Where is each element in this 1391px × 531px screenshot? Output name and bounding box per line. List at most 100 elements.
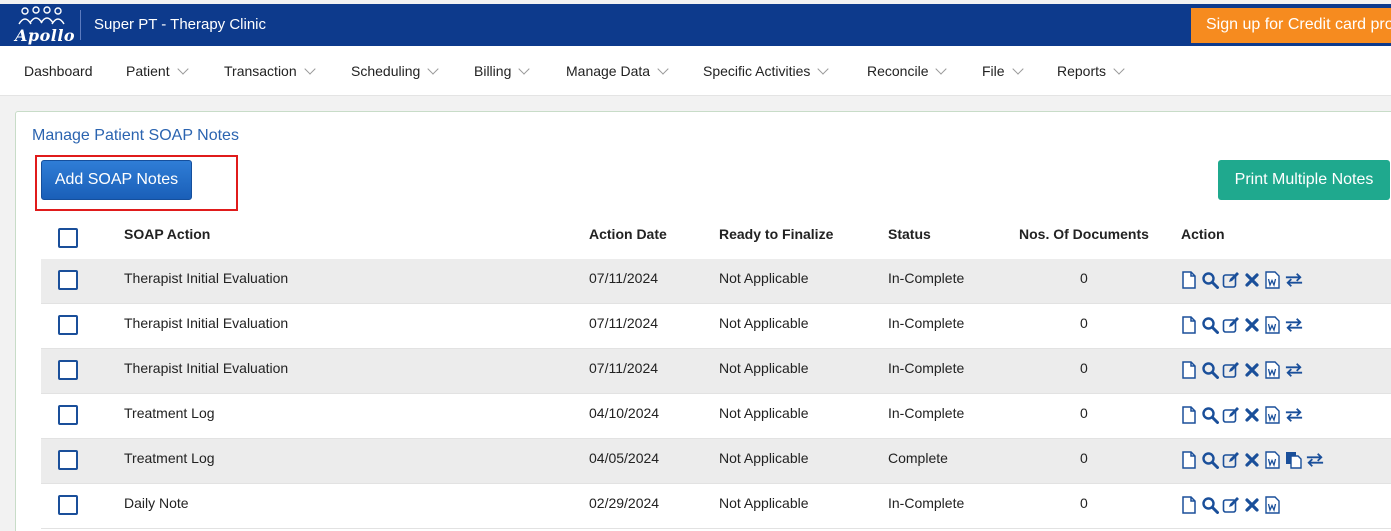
transfer-icon[interactable]: [1285, 360, 1303, 380]
nav-dashboard[interactable]: Dashboard: [24, 63, 93, 79]
row-actions: [1180, 270, 1303, 290]
header-ready-to-finalize[interactable]: Ready to Finalize: [719, 226, 833, 242]
search-icon[interactable]: [1201, 315, 1219, 335]
row-checkbox[interactable]: [58, 450, 78, 470]
edit-icon[interactable]: [1222, 270, 1240, 290]
search-icon[interactable]: [1201, 360, 1219, 380]
documents-count-cell: 0: [1080, 315, 1088, 331]
edit-icon[interactable]: [1222, 495, 1240, 515]
nav-billing[interactable]: Billing: [474, 63, 531, 79]
chevron-down-icon: [176, 63, 189, 75]
delete-icon[interactable]: [1243, 405, 1261, 425]
document-icon[interactable]: [1180, 405, 1198, 425]
delete-icon[interactable]: [1243, 360, 1261, 380]
search-icon[interactable]: [1201, 495, 1219, 515]
ready-to-finalize-cell: Not Applicable: [719, 315, 809, 331]
transfer-icon[interactable]: [1285, 270, 1303, 290]
documents-count-cell: 0: [1080, 405, 1088, 421]
document-icon[interactable]: [1180, 360, 1198, 380]
status-cell: In-Complete: [888, 405, 965, 421]
word-icon[interactable]: [1264, 450, 1282, 470]
row-checkbox[interactable]: [58, 315, 78, 335]
row-checkbox[interactable]: [58, 270, 78, 290]
row-actions: [1180, 360, 1303, 380]
row-checkbox[interactable]: [58, 495, 78, 515]
chevron-down-icon: [518, 63, 531, 75]
table-row: Therapist Initial Evaluation 07/11/2024 No…: [41, 259, 1391, 304]
search-icon[interactable]: [1201, 450, 1219, 470]
ready-to-finalize-cell: Not Applicable: [719, 450, 809, 466]
edit-icon[interactable]: [1222, 315, 1240, 335]
transfer-icon[interactable]: [1306, 450, 1324, 470]
nav-reconcile[interactable]: Reconcile: [867, 63, 948, 79]
soap-action-cell: Therapist Initial Evaluation: [124, 270, 289, 286]
document-icon[interactable]: [1180, 270, 1198, 290]
nav-specific-activities[interactable]: Specific Activities: [703, 63, 830, 79]
chevron-down-icon: [1113, 63, 1125, 75]
documents-count-cell: 0: [1080, 360, 1088, 376]
edit-icon[interactable]: [1222, 405, 1240, 425]
add-soap-notes-button[interactable]: Add SOAP Notes: [41, 160, 192, 200]
nav-patient[interactable]: Patient: [126, 63, 189, 79]
header-documents[interactable]: Nos. Of Documents: [1019, 226, 1149, 242]
edit-icon[interactable]: [1222, 360, 1240, 380]
header-divider: [80, 10, 81, 40]
transfer-icon[interactable]: [1285, 405, 1303, 425]
credit-card-promo-button[interactable]: Sign up for Credit card processing: [1191, 8, 1391, 43]
header-status[interactable]: Status: [888, 226, 931, 242]
header-soap-action[interactable]: SOAP Action: [124, 226, 210, 242]
word-icon[interactable]: [1264, 270, 1282, 290]
delete-icon[interactable]: [1243, 270, 1261, 290]
header-action-date[interactable]: Action Date: [589, 226, 667, 242]
copy-icon[interactable]: [1285, 450, 1303, 470]
page-title: Manage Patient SOAP Notes: [32, 127, 239, 144]
nav-scheduling[interactable]: Scheduling: [351, 63, 439, 79]
document-icon[interactable]: [1180, 450, 1198, 470]
chevron-down-icon: [657, 63, 669, 75]
delete-icon[interactable]: [1243, 495, 1261, 515]
search-icon[interactable]: [1201, 270, 1219, 290]
document-icon[interactable]: [1180, 315, 1198, 335]
word-icon[interactable]: [1264, 405, 1282, 425]
table-header: SOAP Action Action Date Ready to Finaliz…: [41, 218, 1391, 258]
status-cell: In-Complete: [888, 495, 965, 511]
soap-action-cell: Daily Note: [124, 495, 189, 511]
word-icon[interactable]: [1264, 360, 1282, 380]
transfer-icon[interactable]: [1285, 315, 1303, 335]
row-actions: [1180, 405, 1303, 425]
delete-icon[interactable]: [1243, 450, 1261, 470]
action-date-cell: 02/29/2024: [589, 495, 660, 511]
nav-manage-data[interactable]: Manage Data: [566, 63, 669, 79]
nav-label: Reports: [1057, 63, 1107, 79]
nav-label: Transaction: [224, 63, 297, 79]
ready-to-finalize-cell: Not Applicable: [719, 405, 809, 421]
nav-transaction[interactable]: Transaction: [224, 63, 316, 79]
action-date-cell: 07/11/2024: [589, 360, 659, 376]
nav-file[interactable]: File: [982, 63, 1024, 79]
edit-icon[interactable]: [1222, 450, 1240, 470]
soap-action-cell: Treatment Log: [124, 450, 215, 466]
document-icon[interactable]: [1180, 495, 1198, 515]
chevron-down-icon: [427, 63, 439, 75]
word-icon[interactable]: [1264, 495, 1282, 515]
row-checkbox[interactable]: [58, 360, 78, 380]
delete-icon[interactable]: [1243, 315, 1261, 335]
status-cell: Complete: [888, 450, 948, 466]
row-checkbox[interactable]: [58, 405, 78, 425]
action-date-cell: 07/11/2024: [589, 315, 659, 331]
nav-reports[interactable]: Reports: [1057, 63, 1125, 79]
apollo-logo[interactable]: Apollo: [12, 6, 75, 45]
status-cell: In-Complete: [888, 360, 965, 376]
print-multiple-notes-button[interactable]: Print Multiple Notes: [1218, 160, 1390, 200]
search-icon[interactable]: [1201, 405, 1219, 425]
word-icon[interactable]: [1264, 315, 1282, 335]
nav-label: Scheduling: [351, 63, 421, 79]
documents-count-cell: 0: [1080, 495, 1088, 511]
nav-label: Patient: [126, 63, 170, 79]
soap-action-cell: Therapist Initial Evaluation: [124, 315, 289, 331]
nav-label: Specific Activities: [703, 63, 811, 79]
table-row: Treatment Log 04/10/2024 Not Applicable In-…: [41, 394, 1391, 439]
ready-to-finalize-cell: Not Applicable: [719, 270, 809, 286]
select-all-checkbox[interactable]: [58, 228, 78, 248]
action-date-cell: 07/11/2024: [589, 270, 659, 286]
